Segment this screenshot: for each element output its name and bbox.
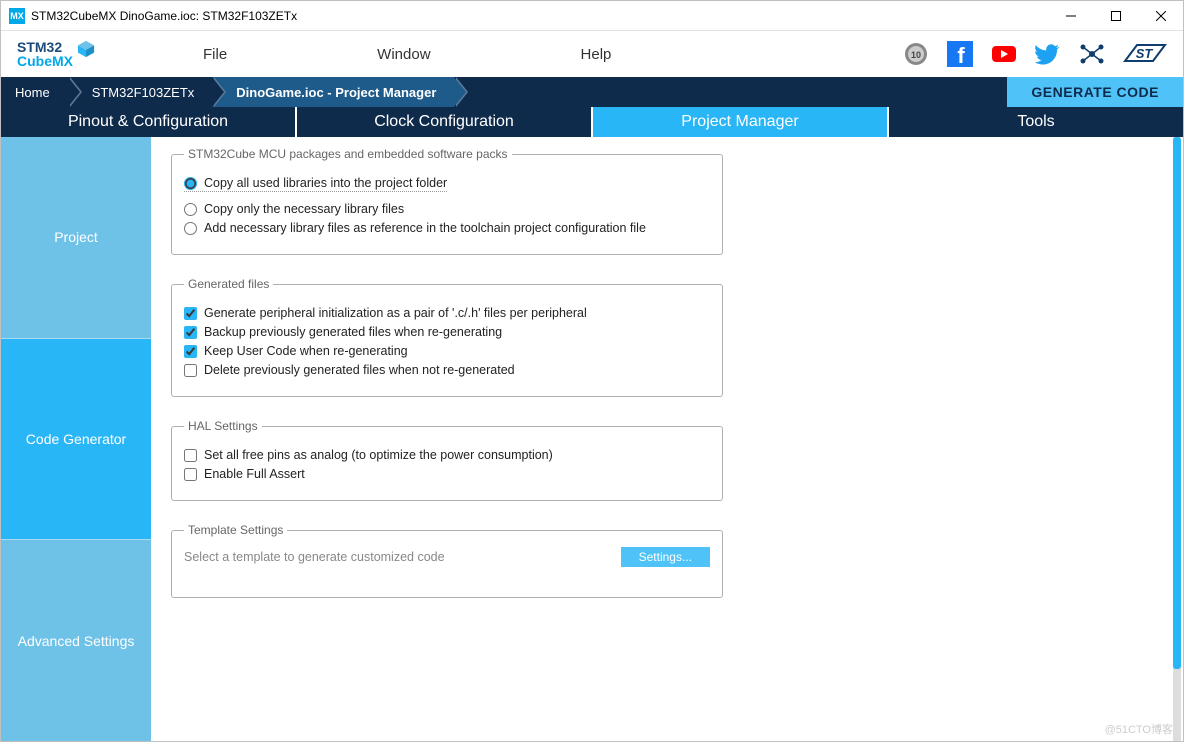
breadcrumb-bar: Home STM32F103ZETx DinoGame.ioc - Projec… [1,77,1183,107]
check-generate-pair-label: Generate peripheral initialization as a … [204,306,587,320]
radio-add-reference-label: Add necessary library files as reference… [204,221,646,235]
svg-text:10: 10 [911,50,921,60]
radio-copy-necessary-label: Copy only the necessary library files [204,202,404,216]
main-tab-bar: Pinout & Configuration Clock Configurati… [1,107,1183,137]
radio-copy-necessary-input[interactable] [184,203,197,216]
radio-copy-all-input[interactable] [184,177,197,190]
app-logo: STM32 CubeMX [17,40,73,68]
menu-window[interactable]: Window [377,46,430,63]
tab-clock[interactable]: Clock Configuration [297,107,593,137]
cube-icon [77,40,95,58]
group-generated-files-legend: Generated files [184,277,273,291]
svg-text:f: f [957,43,965,67]
minimize-button[interactable] [1048,1,1093,31]
menu-bar: STM32 CubeMX File Window Help 10 f ST [1,31,1183,77]
check-free-pins-analog-label: Set all free pins as analog (to optimize… [204,448,553,462]
maximize-button[interactable] [1093,1,1138,31]
logo-line2: CubeMX [17,54,73,68]
vertical-scrollbar[interactable] [1173,137,1181,741]
check-free-pins-analog[interactable]: Set all free pins as analog (to optimize… [184,448,710,462]
youtube-icon[interactable] [991,41,1017,67]
close-button[interactable] [1138,1,1183,31]
app-icon: MX [9,8,25,24]
content-area: Project Code Generator Advanced Settings… [1,137,1183,741]
check-delete-prev-input[interactable] [184,364,197,377]
check-keep-user-code-label: Keep User Code when re-generating [204,344,408,358]
check-delete-prev-label: Delete previously generated files when n… [204,363,515,377]
settings-panel: STM32Cube MCU packages and embedded soft… [151,137,1183,741]
group-template-settings: Template Settings Select a template to g… [171,523,723,598]
check-keep-user-code-input[interactable] [184,345,197,358]
group-template-legend: Template Settings [184,523,287,537]
check-backup-label: Backup previously generated files when r… [204,325,502,339]
window-titlebar: MX STM32CubeMX DinoGame.ioc: STM32F103ZE… [1,1,1183,31]
radio-copy-necessary[interactable]: Copy only the necessary library files [184,202,710,216]
check-full-assert[interactable]: Enable Full Assert [184,467,710,481]
side-tab-advanced-settings[interactable]: Advanced Settings [1,540,151,741]
tab-pinout[interactable]: Pinout & Configuration [1,107,297,137]
group-hal-legend: HAL Settings [184,419,262,433]
breadcrumb-page[interactable]: DinoGame.ioc - Project Manager [212,77,454,107]
breadcrumb-home[interactable]: Home [1,77,68,107]
check-full-assert-label: Enable Full Assert [204,467,305,481]
radio-add-reference-input[interactable] [184,222,197,235]
check-delete-prev[interactable]: Delete previously generated files when n… [184,363,710,377]
check-free-pins-analog-input[interactable] [184,449,197,462]
template-settings-button[interactable]: Settings... [621,547,710,567]
breadcrumb-chip[interactable]: STM32F103ZETx [68,77,213,107]
watermark: @51CTO博客 [1105,721,1173,737]
radio-copy-all-label: Copy all used libraries into the project… [204,176,447,190]
tab-tools[interactable]: Tools [889,107,1183,137]
radio-copy-all[interactable]: Copy all used libraries into the project… [184,176,447,192]
group-generated-files: Generated files Generate peripheral init… [171,277,723,397]
generate-code-button[interactable]: GENERATE CODE [1007,77,1183,107]
side-tab-bar: Project Code Generator Advanced Settings [1,137,151,741]
group-packages: STM32Cube MCU packages and embedded soft… [171,147,723,255]
logo-line1: STM32 [17,40,62,54]
window-title: STM32CubeMX DinoGame.ioc: STM32F103ZETx [31,9,297,23]
template-description: Select a template to generate customized… [184,550,445,564]
check-generate-pair-input[interactable] [184,307,197,320]
check-backup-input[interactable] [184,326,197,339]
community-icon[interactable] [1079,41,1105,67]
svg-text:ST: ST [1136,46,1154,61]
scrollbar-thumb[interactable] [1173,137,1181,669]
anniversary-icon[interactable]: 10 [903,41,929,67]
check-keep-user-code[interactable]: Keep User Code when re-generating [184,344,710,358]
group-hal-settings: HAL Settings Set all free pins as analog… [171,419,723,501]
side-tab-code-generator[interactable]: Code Generator [1,339,151,541]
check-full-assert-input[interactable] [184,468,197,481]
menu-help[interactable]: Help [581,46,612,63]
st-logo-icon[interactable]: ST [1123,41,1167,67]
twitter-icon[interactable] [1035,41,1061,67]
menu-file[interactable]: File [203,46,227,63]
group-packages-legend: STM32Cube MCU packages and embedded soft… [184,147,512,161]
radio-add-reference[interactable]: Add necessary library files as reference… [184,221,710,235]
check-generate-pair[interactable]: Generate peripheral initialization as a … [184,306,710,320]
side-tab-project[interactable]: Project [1,137,151,339]
check-backup[interactable]: Backup previously generated files when r… [184,325,710,339]
facebook-icon[interactable]: f [947,41,973,67]
tab-project-manager[interactable]: Project Manager [593,107,889,137]
